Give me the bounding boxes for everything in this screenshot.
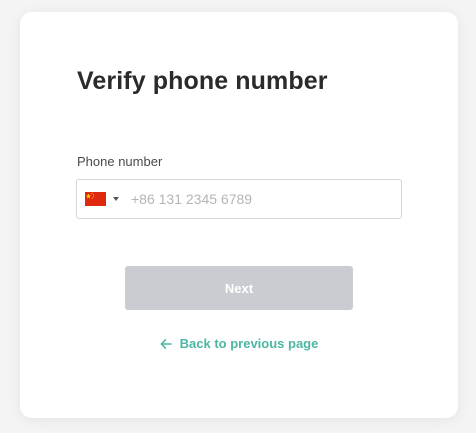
phone-number-input[interactable] <box>125 180 401 218</box>
next-button[interactable]: Next <box>125 266 353 310</box>
phone-number-label: Phone number <box>77 154 163 169</box>
country-code-selector[interactable] <box>77 180 125 218</box>
arrow-left-icon <box>160 338 172 349</box>
back-to-previous-link[interactable]: Back to previous page <box>20 336 458 351</box>
phone-input-group <box>76 179 402 219</box>
china-flag-icon <box>85 192 106 206</box>
caret-down-icon <box>113 197 119 201</box>
page-title: Verify phone number <box>77 67 328 95</box>
back-link-label: Back to previous page <box>179 336 319 351</box>
verify-phone-card: Verify phone number Phone number Next Ba… <box>20 12 458 418</box>
